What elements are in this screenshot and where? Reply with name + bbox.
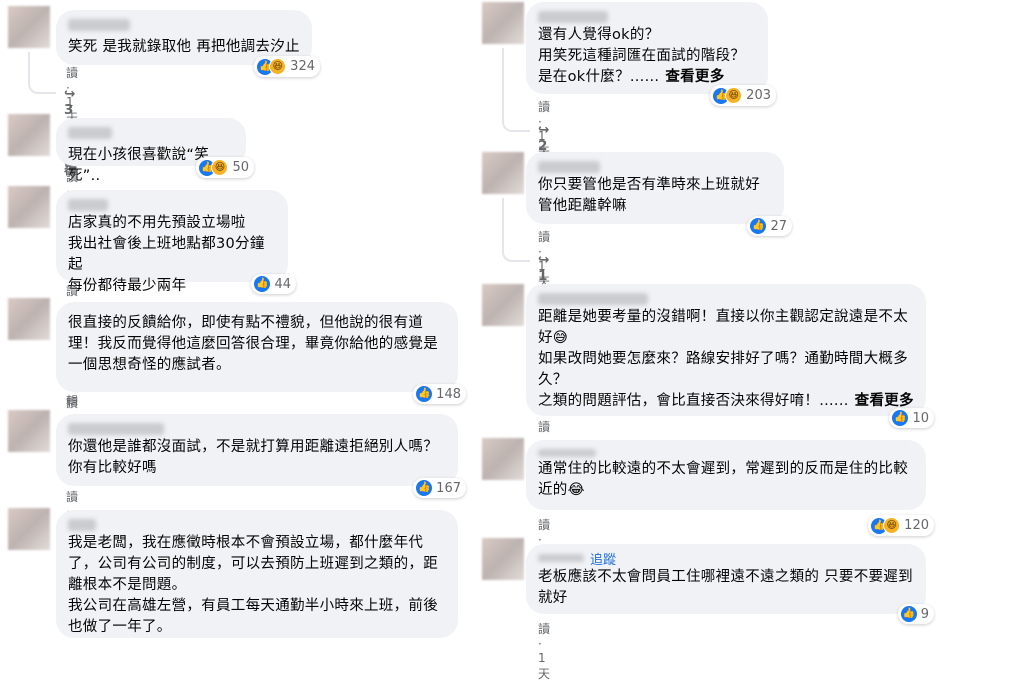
reaction-count: 44 [274,276,291,292]
comment-text: 老板應該不太會問員工住哪裡遠不遠之類的 只要不要遲到 就好 [538,569,913,606]
reaction-summary[interactable]: 👍 44 [251,274,296,294]
comment-text: 笑死 是我就錄取他 再把他調去汐止 [68,39,300,55]
read-label[interactable]: 讀 [538,100,551,114]
avatar[interactable] [8,298,50,340]
reaction-summary[interactable]: 👍 😆 324 [254,56,320,77]
thread-line [502,48,530,132]
avatar[interactable] [482,152,524,194]
reaction-summary[interactable]: 👍 27 [747,216,792,236]
commenter-name[interactable] [538,449,596,457]
read-label[interactable]: 讀 [66,170,79,184]
comment-bubble: 很直接的反饋給你，即使有點不禮貌，但他說的很有道 理！我反而覺得他這麼回答很合理… [56,302,466,404]
commenter-name[interactable] [538,554,584,562]
avatar[interactable] [8,186,50,228]
reaction-count: 50 [232,160,249,175]
comment-bubble: 店家真的不用先預設立場啦 我出社會後上班地點都30分鐘起 每份都待最少兩年 👍 … [56,190,296,294]
reaction-summary[interactable]: 👍 😆 50 [196,157,254,178]
read-label[interactable]: 讀 [66,490,79,504]
read-label[interactable]: 讀 [538,230,551,244]
comment-text: 你還他是誰都沒面試，不是就打算用距離遠拒絕別人嗎？ 你有比較好嗎 [68,439,438,476]
reply-arrow-icon: ↪ [64,86,76,102]
like-icon: 👍 [416,480,433,496]
comment-bubble: 現在小孩很喜歡說“笑死”.. 👍 😆 50 [56,118,254,184]
commenter-name[interactable] [68,519,96,531]
reaction-summary[interactable]: 👍 167 [413,478,466,498]
avatar[interactable] [8,508,50,550]
read-label[interactable]: 讀 [66,396,79,410]
haha-icon: 😆 [883,517,901,534]
comment-bubble: 笑死 是我就錄取他 再把他調去汐止 👍 😆 324 [56,10,320,77]
haha-icon: 😆 [725,87,743,104]
timestamp[interactable]: 1天 [538,651,551,681]
comment-bubble: 還有人覺得ok的？ 用笑死這種詞匯在面試的階段？ 是在ok什麼？...... 查看… [526,2,776,106]
comment-text: 通常住的比較遠的不太會遲到，常遲到的反而是住的比較 近的😂 [538,461,908,498]
avatar[interactable] [8,410,50,452]
commenter-name[interactable] [538,293,648,305]
comment-bubble: 通常住的比較遠的不太會遲到，常遲到的反而是住的比較 近的😂 👍 😆 120 [526,440,934,536]
avatar[interactable] [482,538,524,580]
reaction-count: 9 [920,606,929,622]
like-icon: 👍 [892,410,909,426]
comment-text: 店家真的不用先預設立場啦 我出社會後上班地點都30分鐘起 每份都待最少兩年 [68,215,265,294]
comment-bubble: 你還他是誰都沒面試，不是就打算用距離遠拒絕別人嗎？ 你有比較好嗎 👍 167 [56,414,466,498]
avatar[interactable] [8,6,50,48]
reaction-summary[interactable]: 👍 148 [413,384,466,404]
reaction-count: 10 [912,410,929,426]
like-icon: 👍 [750,218,767,234]
reaction-count: 148 [436,386,461,402]
commenter-name[interactable] [538,11,608,23]
comment-bubble: 距離是她要考量的沒錯啊！直接以你主觀認定說遠是不太 好😅 如果改問她要怎麼來？路… [526,284,934,428]
reaction-count: 203 [746,88,771,103]
commenter-name[interactable] [68,199,108,211]
reaction-summary[interactable]: 👍 10 [889,408,934,428]
avatar[interactable] [482,2,524,44]
avatar[interactable] [482,284,524,326]
see-more-link[interactable]: 查看更多 [855,393,914,409]
read-label[interactable]: 讀 [538,622,551,636]
haha-icon: 😆 [211,159,229,176]
follow-link[interactable]: 追蹤 [590,549,616,568]
read-label[interactable]: 讀 [538,420,551,434]
comment-text: 距離是她要考量的沒錯啊！直接以你主觀認定說遠是不太 好😅 如果改問她要怎麼來？路… [538,309,914,409]
avatar[interactable] [8,114,50,156]
reaction-summary[interactable]: 👍 😆 120 [868,515,934,536]
reaction-count: 120 [904,518,929,533]
comment-bubble: 追蹤 老板應該不太會問員工住哪裡遠不遠之類的 只要不要遲到 就好 👍 9 [526,544,934,624]
commenter-name[interactable] [68,19,130,31]
read-label[interactable]: 讀 [66,66,79,80]
avatar[interactable] [482,438,524,480]
commenter-name[interactable] [538,161,600,173]
commenter-name[interactable] [68,127,112,139]
reply-arrow-icon: ↪ [538,252,550,268]
like-icon: 👍 [254,276,271,292]
read-label[interactable]: 讀 [66,284,79,298]
read-label[interactable]: 讀 [538,518,551,532]
like-icon: 👍 [900,606,917,622]
comment-text: 你只要管他是否有準時來上班就好 管他距離幹嘛 [538,177,760,214]
like-icon: 👍 [416,386,433,402]
reply-arrow-icon: ↪ [538,122,550,138]
reaction-summary[interactable]: 👍 😆 203 [710,85,776,106]
thread-line [502,198,530,262]
comment-text: 我是老闆，我在應徵時根本不會預設立場，都什麼年代 了，公司有公司的制度，可以去預… [68,535,438,635]
reaction-count: 167 [436,480,461,496]
commenter-name[interactable] [68,423,164,435]
comment-text: 還有人覺得ok的？ 用笑死這種詞匯在面試的階段？ 是在ok什麼？...... 查看… [538,27,746,85]
reaction-count: 324 [290,59,315,74]
see-more-link[interactable]: 查看更多 [665,69,724,85]
reaction-summary[interactable]: 👍 9 [897,604,934,624]
comment-bubble: 你只要管他是否有準時來上班就好 管他距離幹嘛 👍 27 [526,152,792,236]
haha-icon: 😆 [269,58,287,75]
reaction-count: 27 [770,218,787,234]
comment-bubble: 我是老闆，我在應徵時根本不會預設立場，都什麼年代 了，公司有公司的制度，可以去預… [56,510,458,638]
comment-text: 很直接的反饋給你，即使有點不禮貌，但他說的很有道 理！我反而覺得他這麼回答很合理… [68,315,438,373]
thread-line [28,52,56,94]
comment-meta: 讀 · 1天 [538,622,551,681]
